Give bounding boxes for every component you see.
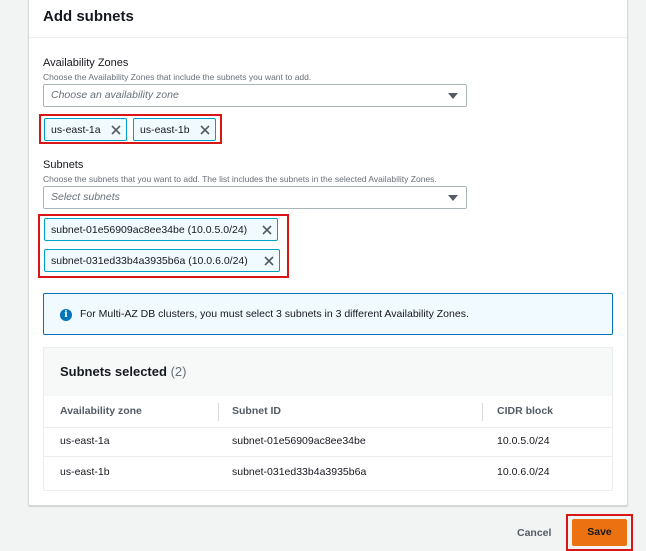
column-separator <box>218 403 219 421</box>
column-header-subnet-id: Subnet ID <box>232 405 281 417</box>
cell-subnet-id: subnet-01e56909ac8ee34be <box>232 435 366 447</box>
cell-subnet-id: subnet-031ed33b4a3935b6a <box>232 466 367 478</box>
caret-down-icon <box>448 195 458 201</box>
table-title-text: Subnets selected <box>60 364 167 379</box>
row-divider <box>44 427 612 428</box>
availability-zones-description: Choose the Availability Zones that inclu… <box>43 72 312 82</box>
availability-zones-label: Availability Zones <box>43 57 129 69</box>
panel-title: Add subnets <box>43 8 134 25</box>
availability-zone-select-placeholder: Choose an availability zone <box>51 89 179 101</box>
table-header: Subnets selected (2) <box>44 348 612 396</box>
subnets-label: Subnets <box>43 159 84 171</box>
info-alert: i For Multi-AZ DB clusters, you must sel… <box>43 293 613 335</box>
az-tokens-highlight <box>39 114 222 144</box>
info-icon: i <box>60 309 72 321</box>
availability-zone-select[interactable]: Choose an availability zone <box>43 84 467 107</box>
panel-header: Add subnets <box>29 0 627 38</box>
column-separator <box>482 403 483 421</box>
subnets-description: Choose the subnets that you want to add.… <box>43 174 437 184</box>
subnets-selected-table: Subnets selected (2) Availability zone S… <box>43 347 613 491</box>
table-count: (2) <box>170 364 187 379</box>
info-alert-text: For Multi-AZ DB clusters, you must selec… <box>80 308 469 320</box>
cancel-button[interactable]: Cancel <box>517 527 551 539</box>
subnet-tokens-highlight <box>38 214 289 278</box>
cell-cidr-block: 10.0.6.0/24 <box>497 466 550 478</box>
subnets-select-placeholder: Select subnets <box>51 191 120 203</box>
column-header-availability-zone: Availability zone <box>60 405 142 417</box>
add-subnets-panel: Add subnets Availability Zones Choose th… <box>28 0 628 506</box>
subnets-select[interactable]: Select subnets <box>43 186 467 209</box>
save-button-highlight <box>566 514 633 551</box>
row-divider <box>44 456 612 457</box>
table-title: Subnets selected (2) <box>60 364 186 379</box>
cell-availability-zone: us-east-1a <box>60 435 110 447</box>
cell-availability-zone: us-east-1b <box>60 466 110 478</box>
column-header-cidr-block: CIDR block <box>497 405 554 417</box>
caret-down-icon <box>448 93 458 99</box>
cell-cidr-block: 10.0.5.0/24 <box>497 435 550 447</box>
